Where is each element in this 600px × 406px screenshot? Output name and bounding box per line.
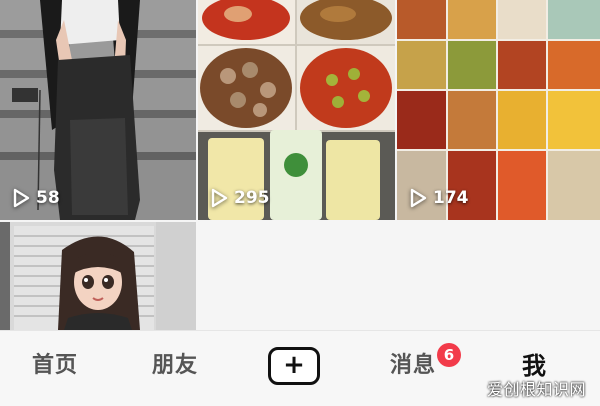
nav-messages[interactable]: 消息 [390,349,436,383]
create-button[interactable]: + [268,347,320,385]
play-icon [13,188,30,208]
messages-badge: 6 [437,343,461,367]
video-tile-1[interactable]: 58 [0,0,196,220]
nav-home[interactable]: 首页 [32,349,78,383]
video-thumbnail [397,0,600,220]
play-icon [211,188,228,208]
play-count: 295 [210,188,270,208]
video-grid: 58 295 174 [0,0,600,330]
play-count-value: 174 [433,188,469,208]
watermark: 爱创根知识网 [486,380,586,399]
bottom-nav: 首页 朋友 + 消息 6 我 爱创根知识网 [0,330,600,406]
video-tile-2[interactable]: 295 [198,0,395,220]
play-count-value: 295 [234,188,270,208]
play-icon [410,188,427,208]
play-count: 174 [409,188,469,208]
nav-friends[interactable]: 朋友 [152,349,198,383]
video-tile-4[interactable] [0,222,196,330]
video-thumbnail [0,0,196,220]
play-count: 58 [12,188,60,208]
video-tile-3[interactable]: 174 [397,0,600,220]
play-count-value: 58 [36,188,60,208]
plus-icon: + [283,350,305,380]
video-thumbnail [0,222,196,330]
video-thumbnail [198,0,395,220]
